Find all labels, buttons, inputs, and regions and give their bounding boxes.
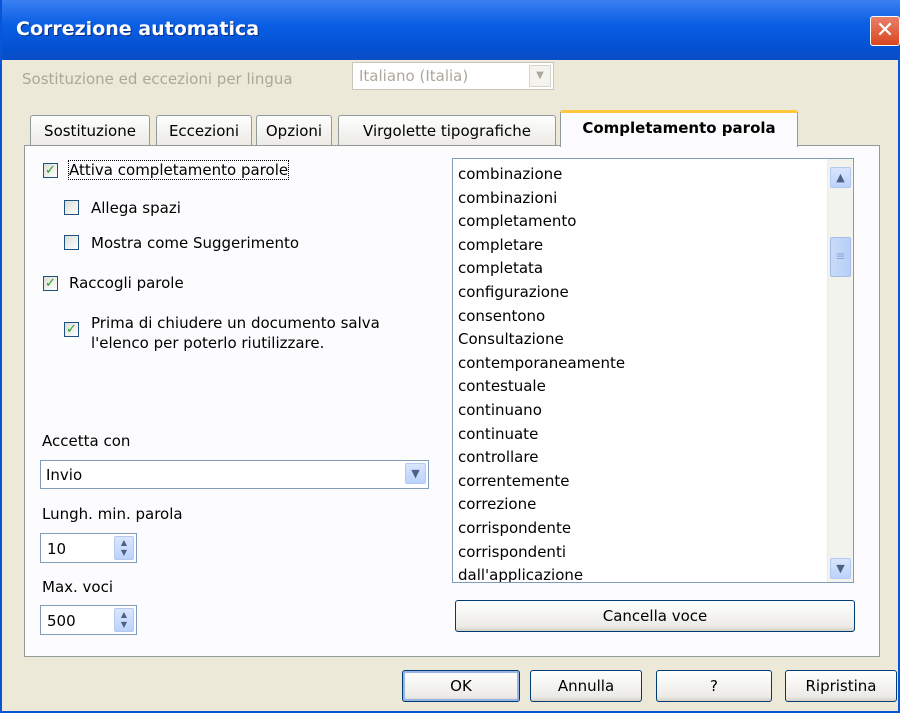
- vertical-scrollbar[interactable]: ▲ ≡ ▼: [827, 159, 853, 582]
- close-button[interactable]: ✕: [870, 16, 900, 46]
- list-item[interactable]: controllare: [453, 446, 827, 470]
- spinner-buttons[interactable]: ▲ ▼: [114, 608, 134, 632]
- list-item[interactable]: continuano: [453, 399, 827, 423]
- list-item[interactable]: corrispondenti: [453, 541, 827, 565]
- language-selected-value: Italiano (Italia): [359, 67, 469, 85]
- tab-opzioni[interactable]: Opzioni: [256, 115, 332, 145]
- append-space-checkbox[interactable]: [64, 200, 79, 215]
- chevron-down-icon[interactable]: ▼: [405, 463, 426, 484]
- min-word-length-value: 10: [47, 540, 67, 558]
- list-item[interactable]: configurazione: [453, 281, 827, 305]
- enable-completion-checkbox[interactable]: ✓: [43, 163, 58, 178]
- check-icon: ✓: [45, 276, 56, 291]
- word-list[interactable]: combinazione combinazioni completamento …: [452, 158, 854, 583]
- list-item[interactable]: corrispondente: [453, 517, 827, 541]
- language-label: Sostituzione ed eccezioni per lingua: [22, 70, 293, 88]
- list-item[interactable]: contestuale: [453, 375, 827, 399]
- list-item[interactable]: Consultazione: [453, 328, 827, 352]
- enable-completion-label[interactable]: Attiva completamento parole: [67, 160, 290, 180]
- window-title: Correzione automatica: [16, 18, 260, 40]
- min-word-length-label: Lungh. min. parola: [42, 505, 183, 523]
- list-item[interactable]: completata: [453, 257, 827, 281]
- tab-label: Opzioni: [265, 122, 323, 140]
- tab-label: Eccezioni: [168, 122, 240, 140]
- chevron-down-icon: ▼: [529, 65, 551, 87]
- help-button[interactable]: ?: [656, 670, 772, 702]
- check-icon: ✓: [66, 322, 77, 337]
- spin-down-icon[interactable]: ▼: [115, 620, 133, 630]
- accept-with-label: Accetta con: [42, 432, 131, 450]
- max-entries-spinner[interactable]: 500 ▲ ▼: [40, 605, 137, 635]
- list-item[interactable]: completamento: [453, 210, 827, 234]
- title-bar[interactable]: Correzione automatica ✕: [2, 0, 900, 60]
- max-entries-value: 500: [47, 612, 76, 630]
- save-list-label-line2[interactable]: l'elenco per poterlo riutilizzare.: [91, 334, 324, 352]
- append-space-label[interactable]: Allega spazi: [91, 199, 181, 217]
- ok-button[interactable]: OK: [402, 670, 520, 702]
- scroll-down-icon[interactable]: ▼: [830, 558, 851, 579]
- tab-label: Sostituzione: [44, 122, 136, 140]
- delete-entry-button[interactable]: Cancella voce: [455, 600, 855, 632]
- tab-label: Completamento parola: [582, 119, 776, 137]
- max-entries-label: Max. voci: [42, 578, 114, 596]
- tab-label: Virgolette tipografiche: [363, 122, 531, 140]
- list-item[interactable]: combinazione: [453, 163, 827, 187]
- autocorrect-dialog: Correzione automatica ✕ Sostituzione ed …: [0, 0, 900, 713]
- accept-with-select[interactable]: Invio ▼: [40, 460, 429, 489]
- close-icon: ✕: [875, 18, 895, 43]
- min-word-length-spinner[interactable]: 10 ▲ ▼: [40, 533, 137, 563]
- collect-words-label[interactable]: Raccogli parole: [69, 274, 184, 292]
- spin-up-icon[interactable]: ▲: [115, 610, 133, 620]
- list-item[interactable]: dall'applicazione: [453, 564, 827, 582]
- save-list-checkbox[interactable]: ✓: [64, 322, 79, 337]
- save-list-label-line1[interactable]: Prima di chiudere un documento salva: [91, 314, 380, 332]
- collect-words-checkbox[interactable]: ✓: [43, 276, 58, 291]
- list-item[interactable]: completare: [453, 234, 827, 258]
- show-as-tip-label[interactable]: Mostra come Suggerimento: [91, 234, 299, 252]
- list-item[interactable]: continuate: [453, 423, 827, 447]
- check-icon: ✓: [45, 163, 56, 178]
- reset-button[interactable]: Ripristina: [785, 670, 897, 702]
- cancel-button[interactable]: Annulla: [530, 670, 642, 702]
- show-as-tip-checkbox[interactable]: [64, 235, 79, 250]
- tab-completamento-parola[interactable]: Completamento parola: [560, 110, 798, 147]
- spinner-buttons[interactable]: ▲ ▼: [114, 536, 134, 560]
- tab-virgolette-tipografiche[interactable]: Virgolette tipografiche: [338, 115, 556, 145]
- list-item[interactable]: combinazioni: [453, 187, 827, 211]
- spin-up-icon[interactable]: ▲: [115, 538, 133, 548]
- tab-eccezioni[interactable]: Eccezioni: [156, 115, 252, 145]
- scroll-up-icon[interactable]: ▲: [830, 167, 851, 188]
- word-list-items: combinazione combinazioni completamento …: [453, 163, 827, 582]
- scroll-thumb[interactable]: ≡: [830, 237, 851, 277]
- list-item[interactable]: consentono: [453, 305, 827, 329]
- language-select: Italiano (Italia) ▼: [352, 62, 554, 90]
- list-item[interactable]: correntemente: [453, 470, 827, 494]
- spin-down-icon[interactable]: ▼: [115, 548, 133, 558]
- tab-sostituzione[interactable]: Sostituzione: [30, 115, 150, 145]
- list-item[interactable]: contemporaneamente: [453, 352, 827, 376]
- list-item[interactable]: correzione: [453, 493, 827, 517]
- accept-with-value: Invio: [46, 466, 83, 484]
